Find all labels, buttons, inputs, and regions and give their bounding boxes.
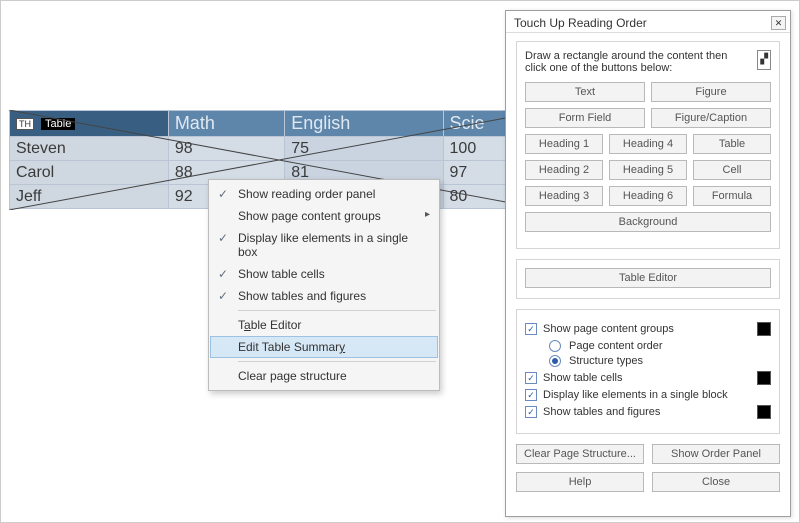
figure-button[interactable]: Figure [651,82,771,102]
color-swatch[interactable] [757,322,771,336]
close-icon[interactable]: ✕ [771,16,786,30]
reading-order-icon: ▞ [757,50,771,70]
th-tag: TH [16,118,34,130]
menu-separator [238,310,436,311]
menu-edit-table-summary[interactable]: Edit Table Summary [210,336,438,358]
menu-table-editor[interactable]: Table Editor [210,314,438,336]
heading3-button[interactable]: Heading 3 [525,186,603,206]
tag-buttons-group: Draw a rectangle around the content then… [516,41,780,249]
table-button[interactable]: Table [693,134,771,154]
menu-clear-page-structure[interactable]: Clear page structure [210,365,438,387]
options-group: Show page content groups Page content or… [516,309,780,434]
formula-button[interactable]: Formula [693,186,771,206]
cell[interactable]: 75 [285,137,443,161]
display-like-checkbox[interactable] [525,389,537,401]
row-name[interactable]: Jeff [10,185,169,209]
page-content-order-label: Page content order [569,340,663,352]
color-swatch[interactable] [757,405,771,419]
heading1-button[interactable]: Heading 1 [525,134,603,154]
instruction-text: Draw a rectangle around the content then… [525,50,751,74]
cell[interactable]: 98 [168,137,284,161]
touch-up-reading-order-dialog: Touch Up Reading Order ✕ Draw a rectangl… [505,10,791,517]
row-name[interactable]: Steven [10,137,169,161]
help-button[interactable]: Help [516,472,644,492]
context-menu[interactable]: Show reading order panel Show page conte… [208,179,440,391]
show-tables-figures-checkbox[interactable] [525,406,537,418]
dialog-titlebar[interactable]: Touch Up Reading Order ✕ [506,11,790,33]
show-table-cells-label: Show table cells [543,372,623,384]
menu-show-table-cells[interactable]: Show table cells [210,263,438,285]
col-header-math[interactable]: Math [168,111,284,137]
table-editor-button[interactable]: Table Editor [525,268,771,288]
col-header-0[interactable]: TH Table [10,111,169,137]
table-editor-group: Table Editor [516,259,780,299]
background-button[interactable]: Background [525,212,771,232]
structure-types-label: Structure types [569,355,643,367]
menu-show-tables-figures[interactable]: Show tables and figures [210,285,438,307]
menu-display-like-elements[interactable]: Display like elements in a single box [210,227,438,263]
page-content-order-radio[interactable] [549,340,561,352]
heading2-button[interactable]: Heading 2 [525,160,603,180]
show-groups-label: Show page content groups [543,323,674,335]
heading6-button[interactable]: Heading 6 [609,186,687,206]
show-tables-figures-label: Show tables and figures [543,406,660,418]
display-like-label: Display like elements in a single block [543,389,728,401]
show-table-cells-checkbox[interactable] [525,372,537,384]
figure-caption-button[interactable]: Figure/Caption [651,108,771,128]
table-row[interactable]: Steven 98 75 100 [10,137,549,161]
color-swatch[interactable] [757,371,771,385]
heading4-button[interactable]: Heading 4 [609,134,687,154]
table-label: Table [41,118,75,130]
text-button[interactable]: Text [525,82,645,102]
clear-page-structure-button[interactable]: Clear Page Structure... [516,444,644,464]
cell-button[interactable]: Cell [693,160,771,180]
col-header-english[interactable]: English [285,111,443,137]
menu-show-page-content-groups[interactable]: Show page content groups [210,205,438,227]
heading5-button[interactable]: Heading 5 [609,160,687,180]
menu-separator [238,361,436,362]
dialog-title: Touch Up Reading Order [514,16,647,30]
close-button[interactable]: Close [652,472,780,492]
formfield-button[interactable]: Form Field [525,108,645,128]
row-name[interactable]: Carol [10,161,169,185]
show-groups-checkbox[interactable] [525,323,537,335]
structure-types-radio[interactable] [549,355,561,367]
show-order-panel-button[interactable]: Show Order Panel [652,444,780,464]
menu-show-reading-order[interactable]: Show reading order panel [210,183,438,205]
